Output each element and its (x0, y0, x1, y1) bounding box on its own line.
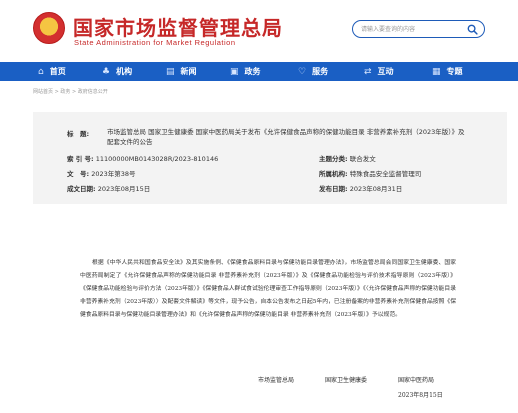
main-nav: ⌂ 首页 ♣ 机构 ▤ 新闻 ▣ 政务 ♡ 服务 ⇄ 互动 ▦ 专题 (0, 62, 518, 81)
meta-docno-value: 2023年第38号 (91, 170, 136, 178)
meta-title-label: 标 题: (67, 130, 90, 138)
news-icon: ▤ (166, 66, 175, 77)
org-icon: ♣ (102, 66, 111, 77)
meta-dept-label: 所属机构: (319, 170, 348, 178)
site-title[interactable]: 国家市场监督管理总局 (73, 12, 283, 41)
breadcrumb-disclosure[interactable]: 政府信息公开 (78, 89, 108, 95)
nav-affairs[interactable]: ▣ 政务 (230, 62, 298, 81)
nav-label: 专题 (446, 67, 463, 76)
meta-made-label: 成文日期: (67, 185, 96, 193)
nav-label: 政务 (244, 67, 261, 76)
meta-made-value: 2023年08月15日 (97, 185, 151, 193)
search-input[interactable] (361, 24, 461, 35)
nav-news[interactable]: ▤ 新闻 (166, 62, 230, 81)
meta-made-date: 成文日期: 2023年08月15日 (67, 183, 150, 193)
search-box[interactable] (352, 20, 485, 38)
meta-category-label: 主题分类: (319, 155, 348, 163)
affairs-icon: ▣ (230, 66, 239, 77)
nav-interact[interactable]: ⇄ 互动 (364, 62, 432, 81)
nav-label: 新闻 (180, 67, 197, 76)
meta-dept-value: 特殊食品安全监督管理司 (349, 170, 422, 178)
breadcrumb-affairs[interactable]: 政务 (60, 89, 70, 95)
site-subtitle: State Administration for Market Regulati… (74, 38, 236, 47)
meta-published-value: 2023年08月31日 (349, 185, 403, 193)
sign-date: 2023年8月15日 (398, 392, 443, 399)
meta-published-date: 发布日期: 2023年08月31日 (319, 183, 402, 193)
nav-label: 机构 (116, 67, 133, 76)
meta-docno: 文 号: 2023年第38号 (67, 168, 136, 178)
meta-published-label: 发布日期: (319, 185, 348, 193)
nav-label: 首页 (49, 67, 66, 76)
signer-samr: 市场监管总局 (258, 377, 295, 384)
home-icon: ⌂ (38, 66, 44, 77)
nav-label: 互动 (377, 67, 394, 76)
announcement-body: 根据《中华人民共和国食品安全法》及其实施条例、《保健食品原料目录与保健功能目录管… (80, 260, 456, 318)
national-emblem-icon: ★ (33, 12, 65, 44)
signer-natcm: 国家中医药局 (398, 377, 435, 384)
nav-service[interactable]: ♡ 服务 (298, 62, 364, 81)
breadcrumb: 网站首页 > 政务 > 政府信息公开 (33, 88, 108, 95)
meta-category-value: 联合发文 (349, 155, 376, 163)
nav-org[interactable]: ♣ 机构 (102, 62, 166, 81)
document-meta-box: 标 题: 市场监管总局 国家卫生健康委 国家中医药局关于发布《允许保健食品声称的… (33, 112, 507, 204)
meta-category: 主题分类: 联合发文 (319, 153, 376, 163)
meta-index-value: 11100000MB0143028R/2023-810146 (95, 155, 219, 163)
topic-icon: ▦ (432, 66, 441, 77)
site-header: ★ 国家市场监督管理总局 State Administration for Ma… (0, 0, 518, 60)
meta-index-label: 索 引 号: (67, 155, 94, 163)
breadcrumb-home[interactable]: 网站首页 (33, 89, 53, 95)
nav-topic[interactable]: ▦ 专题 (432, 62, 492, 81)
search-icon[interactable] (467, 24, 478, 35)
nav-label: 服务 (312, 67, 329, 76)
interact-icon: ⇄ (364, 66, 372, 77)
service-icon: ♡ (298, 66, 307, 77)
meta-dept: 所属机构: 特殊食品安全监督管理司 (319, 168, 421, 178)
meta-title-value: 市场监管总局 国家卫生健康委 国家中医药局关于发布《允许保健食品声称的保健功能目… (107, 128, 465, 146)
signer-nhc: 国家卫生健康委 (325, 377, 368, 384)
meta-index: 索 引 号: 11100000MB0143028R/2023-810146 (67, 153, 218, 163)
meta-docno-label: 文 号: (67, 170, 90, 178)
nav-home[interactable]: ⌂ 首页 (38, 62, 102, 81)
